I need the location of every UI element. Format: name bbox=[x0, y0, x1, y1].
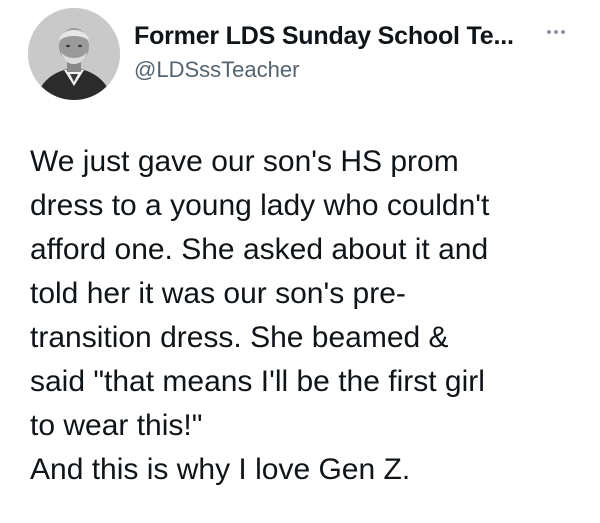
tweet-card: Former LDS Sunday School Te... @LDSssTea… bbox=[0, 0, 600, 523]
tweet-text-line: to wear this!" bbox=[30, 409, 203, 442]
tweet-text-line: We just gave our son's HS prom bbox=[30, 145, 459, 178]
tweet-text-line: dress to a young lady who couldn't bbox=[30, 189, 490, 222]
tweet-text-line: said "that means I'll be the first girl bbox=[30, 365, 485, 398]
tweet-closing-line: And this is why I love Gen Z. bbox=[30, 453, 411, 486]
author-avatar[interactable] bbox=[28, 8, 120, 100]
more-dot bbox=[547, 30, 551, 34]
author-handle[interactable]: @LDSssTeacher bbox=[134, 57, 299, 83]
tweet-text-line: afford one. She asked about it and bbox=[30, 233, 489, 266]
more-dot bbox=[561, 30, 565, 34]
tweet-text-line: transition dress. She beamed & bbox=[30, 321, 449, 354]
more-dot bbox=[554, 30, 558, 34]
author-display-name[interactable]: Former LDS Sunday School Te... bbox=[134, 22, 514, 51]
more-options-icon[interactable] bbox=[542, 24, 570, 40]
tweet-text-line: told her it was our son's pre- bbox=[30, 277, 406, 310]
tweet-text: We just gave our son's HS prom dress to … bbox=[30, 140, 590, 448]
portrait-photo-icon bbox=[28, 8, 120, 100]
